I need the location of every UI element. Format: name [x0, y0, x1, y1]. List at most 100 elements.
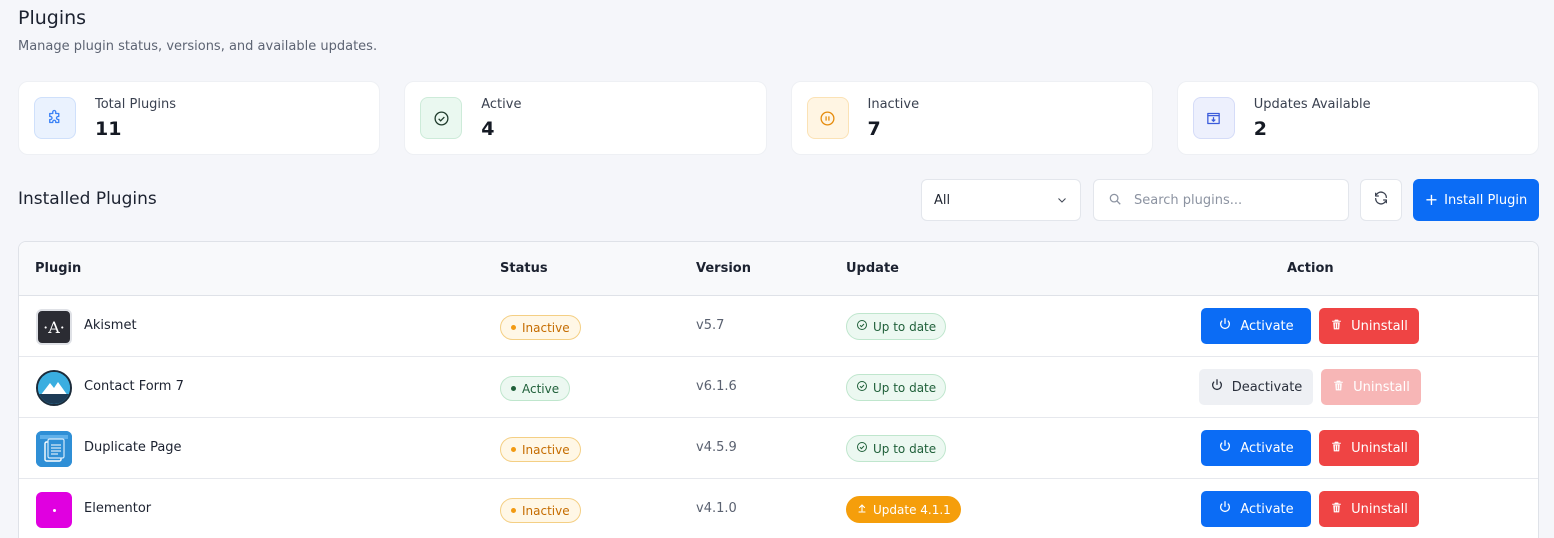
- trash-icon: [1330, 440, 1343, 457]
- stat-label: Active: [481, 97, 522, 112]
- uninstall-label: Uninstall: [1353, 379, 1410, 395]
- activate-button[interactable]: Activate: [1201, 491, 1311, 527]
- chevron-down-icon: [1056, 194, 1068, 210]
- stat-card-inactive: Inactive 7: [790, 81, 1153, 155]
- table-row: Elementor Inactive v4.1.0 Update 4.1.1 A…: [19, 479, 1538, 538]
- refresh-icon: [1373, 190, 1389, 210]
- search-input[interactable]: [1134, 192, 1334, 208]
- status-text: Inactive: [522, 320, 570, 335]
- status-text: Inactive: [522, 442, 570, 457]
- plugin-name: Elementor: [84, 501, 152, 516]
- search-icon: [1108, 191, 1122, 210]
- trash-icon: [1330, 318, 1343, 335]
- status-dot-icon: [511, 325, 516, 330]
- activate-label: Activate: [1240, 501, 1294, 517]
- table-header: Plugin Status Version Update Action: [19, 242, 1538, 296]
- contact-form-7-logo-icon: [36, 370, 72, 406]
- plugin-name: Akismet: [84, 318, 137, 333]
- page-subtitle: Manage plugin status, versions, and avai…: [18, 39, 378, 54]
- uninstall-button[interactable]: Uninstall: [1319, 491, 1419, 527]
- activate-label: Activate: [1240, 318, 1294, 334]
- status-dot-icon: [511, 447, 516, 452]
- uninstall-button[interactable]: Uninstall: [1319, 308, 1419, 344]
- update-badge: Up to date: [846, 435, 947, 462]
- plus-icon: +: [1424, 190, 1439, 209]
- install-plugin-label: Install Plugin: [1444, 192, 1528, 208]
- update-text: Up to date: [873, 319, 937, 334]
- column-header-version: Version: [696, 261, 751, 276]
- status-filter-select[interactable]: All: [921, 179, 1081, 221]
- status-badge: Inactive: [500, 498, 581, 523]
- plugins-table: Plugin Status Version Update Action ·A· …: [18, 241, 1539, 538]
- update-text: Up to date: [873, 441, 937, 456]
- status-dot-icon: [511, 386, 516, 391]
- elementor-logo-icon: [36, 492, 72, 528]
- check-circle-icon: [856, 319, 868, 334]
- column-header-action: Action: [1287, 261, 1334, 276]
- column-header-update: Update: [846, 261, 899, 276]
- puzzle-icon: [34, 97, 76, 139]
- filter-value: All: [934, 192, 951, 208]
- update-button[interactable]: Update 4.1.1: [846, 496, 961, 523]
- stat-value: 4: [481, 118, 495, 140]
- column-header-plugin: Plugin: [35, 261, 82, 276]
- pause-circle-icon: [806, 97, 849, 139]
- stat-card-total: Total Plugins 11: [18, 81, 381, 155]
- plugin-name: Contact Form 7: [84, 379, 184, 394]
- stat-value: 11: [95, 118, 122, 140]
- check-circle-icon: [856, 380, 868, 395]
- uninstall-label: Uninstall: [1351, 501, 1408, 517]
- power-icon: [1218, 317, 1232, 335]
- table-row: Duplicate Page Inactive v4.5.9 Up to dat…: [19, 418, 1538, 479]
- plugin-name: Duplicate Page: [84, 440, 182, 455]
- stat-label: Inactive: [867, 97, 920, 112]
- stats-row: Total Plugins 11 Active 4 Inactive 7 Upd…: [18, 81, 1539, 155]
- section-title: Installed Plugins: [18, 189, 157, 209]
- status-text: Inactive: [522, 503, 570, 518]
- status-badge: Inactive: [500, 315, 581, 340]
- update-badge: Up to date: [846, 313, 947, 340]
- akismet-logo-icon: ·A·: [36, 309, 72, 345]
- status-badge: Active: [500, 376, 571, 401]
- update-text: Update 4.1.1: [873, 502, 951, 517]
- check-circle-icon: [420, 97, 463, 139]
- stat-card-active: Active 4: [404, 81, 767, 155]
- upload-arrow-icon: [856, 502, 868, 517]
- trash-icon: [1330, 501, 1343, 518]
- uninstall-button[interactable]: Uninstall: [1321, 369, 1421, 405]
- column-header-status: Status: [500, 261, 548, 276]
- power-icon: [1218, 500, 1232, 518]
- uninstall-label: Uninstall: [1351, 318, 1408, 334]
- activate-button[interactable]: Activate: [1201, 308, 1311, 344]
- status-badge: Inactive: [500, 437, 581, 462]
- trash-icon: [1332, 379, 1345, 396]
- stat-label: Updates Available: [1253, 97, 1371, 112]
- power-icon: [1210, 378, 1224, 396]
- refresh-button[interactable]: [1360, 179, 1402, 221]
- power-icon: [1218, 439, 1232, 457]
- update-badge: Up to date: [846, 374, 947, 401]
- install-plugin-button[interactable]: + Install Plugin: [1413, 179, 1539, 221]
- stat-value: 2: [1253, 118, 1267, 140]
- uninstall-button[interactable]: Uninstall: [1319, 430, 1419, 466]
- activate-label: Activate: [1240, 440, 1294, 456]
- plugin-version: v6.1.6: [696, 379, 737, 394]
- stat-card-updates: Updates Available 2: [1176, 81, 1539, 155]
- plugin-version: v5.7: [696, 318, 725, 333]
- stat-label: Total Plugins: [95, 97, 177, 112]
- plugin-version: v4.1.0: [696, 501, 737, 516]
- uninstall-label: Uninstall: [1351, 440, 1408, 456]
- deactivate-label: Deactivate: [1231, 379, 1303, 395]
- update-text: Up to date: [873, 380, 937, 395]
- search-box: [1093, 179, 1349, 221]
- status-dot-icon: [511, 508, 516, 513]
- deactivate-button[interactable]: Deactivate: [1199, 369, 1313, 405]
- activate-button[interactable]: Activate: [1201, 430, 1311, 466]
- status-text: Active: [522, 381, 560, 396]
- table-row: Contact Form 7 Active v6.1.6 Up to date …: [19, 357, 1538, 418]
- download-icon: [1192, 97, 1235, 139]
- duplicate-page-logo-icon: [36, 431, 72, 467]
- plugin-version: v4.5.9: [696, 440, 737, 455]
- table-row: ·A· Akismet Inactive v5.7 Up to date Act…: [19, 296, 1538, 357]
- stat-value: 7: [867, 118, 881, 140]
